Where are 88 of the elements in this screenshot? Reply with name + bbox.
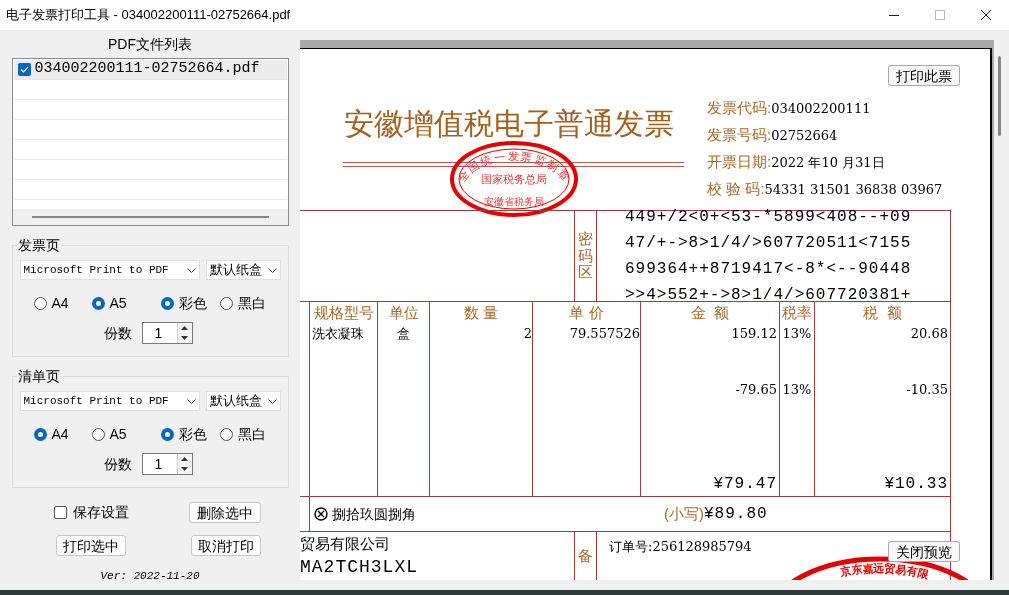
- minimize-icon: [889, 14, 899, 16]
- radio-button[interactable]: 黑白: [219, 293, 266, 314]
- seal-text: 安徽省税务局: [484, 196, 544, 207]
- close-preview-button[interactable]: 关闭预览: [888, 541, 960, 562]
- close-icon: [981, 10, 991, 20]
- maximize-icon: [935, 10, 945, 20]
- field-label: 校 验 码:: [707, 179, 765, 199]
- column-header: 税率: [782, 302, 812, 323]
- copies-field[interactable]: 1: [141, 453, 193, 475]
- table-cell-text: 13%: [782, 381, 812, 399]
- radio-button[interactable]: 彩色: [160, 424, 220, 445]
- tray-dropdown[interactable]: 默认纸盒: [205, 391, 281, 411]
- radio-button[interactable]: A5: [91, 424, 161, 445]
- window-title: 电子发票打印工具 - 034002200111-02752664.pdf: [5, 6, 291, 25]
- down-triangle-icon: [181, 336, 188, 340]
- table-cell-text: 2: [523, 325, 532, 343]
- table-cell-text: 洗衣凝珠: [312, 325, 364, 343]
- printer-dropdown[interactable]: Microsoft Print to PDF: [19, 260, 200, 280]
- table-cell-text: 79.557526: [569, 325, 640, 343]
- cipher-text: 449+/2<0+<53-*5899<408--+09: [625, 207, 913, 228]
- file-list-item[interactable]: 034002200111-02752664.pdf: [13, 60, 287, 80]
- invoice-title: 安徽增值税电子普通发票: [344, 109, 674, 139]
- save-settings-checkbox[interactable]: 保存设置: [53, 502, 129, 523]
- radio-button[interactable]: A5: [91, 293, 161, 314]
- up-triangle-icon: [181, 326, 188, 330]
- field-value: 2022 年10 月31日: [771, 154, 885, 172]
- total-cell-text: ¥10.33: [884, 474, 948, 495]
- chevron-icon: [267, 398, 277, 404]
- print-invoice-button[interactable]: 打印此票: [888, 65, 960, 86]
- total-amount: ¥89.80: [704, 504, 768, 525]
- down-triangle-icon: [181, 467, 188, 471]
- lowercase-label: (小写): [664, 503, 704, 524]
- copies-field[interactable]: 1: [141, 322, 193, 344]
- cipher-label: 密码区: [578, 231, 593, 281]
- column-header: 单 价: [569, 302, 604, 323]
- field-label: 发票代码:: [707, 98, 772, 118]
- field-label: 开票日期:: [707, 152, 772, 172]
- list-title: PDF文件列表: [108, 35, 192, 54]
- spin-up-button[interactable]: [177, 323, 192, 333]
- seller-name: 贸易有限公司: [300, 534, 391, 554]
- seal-text: 京东嘉远贸易有限: [838, 562, 931, 580]
- delete-selected-button[interactable]: 删除选中: [188, 502, 261, 523]
- version-label: Ver: 2022-11-20: [100, 569, 200, 584]
- checkbox[interactable]: [53, 506, 67, 519]
- spin-up-button[interactable]: [177, 454, 192, 464]
- cipher-text: >>4>552+->8>1/4/>607720381+: [625, 285, 913, 305]
- chevron-icon: [186, 267, 196, 273]
- field-value: 02752664: [771, 127, 838, 145]
- spin-down-button[interactable]: [177, 333, 192, 343]
- printer-dropdown[interactable]: Microsoft Print to PDF: [19, 391, 200, 411]
- up-triangle-icon: [181, 457, 188, 461]
- print-selected-button[interactable]: 打印选中: [55, 535, 126, 556]
- table-cell-text: -79.65: [735, 381, 777, 399]
- circle-x-icon: [314, 507, 328, 521]
- column-header: 规格型号: [313, 302, 374, 323]
- checkbox[interactable]: [17, 63, 31, 76]
- table-cell-text: -10.35: [906, 381, 948, 399]
- copies-label: 份数: [103, 323, 132, 343]
- cancel-print-button[interactable]: 取消打印: [190, 535, 261, 556]
- seal-text: 国家税务总局: [481, 173, 547, 185]
- table-cell-text: 159.12: [731, 325, 777, 343]
- radio-button[interactable]: A4: [33, 293, 92, 314]
- column-header: 金 额: [690, 302, 730, 323]
- table-cell-text: 盒: [397, 325, 410, 343]
- seller-tax-id: MA2TCH3LXL: [300, 556, 420, 579]
- tray-dropdown[interactable]: 默认纸盒: [205, 260, 281, 280]
- remark-text: 订单号:256128985794: [609, 539, 752, 554]
- radio-button[interactable]: 黑白: [219, 424, 266, 445]
- spin-down-button[interactable]: [177, 464, 192, 474]
- column-header: 单位: [388, 302, 419, 323]
- table-cell-text: 20.68: [910, 325, 948, 343]
- horizontal-scrollbar[interactable]: [12, 209, 288, 225]
- total-cell-text: ¥79.47: [713, 474, 777, 495]
- field-value: 54331 31501 36838 03967: [764, 181, 943, 199]
- field-value: 034002200111: [771, 100, 871, 118]
- copies-label: 份数: [103, 454, 132, 474]
- amount-in-words: 捌拾玖圆捌角: [332, 504, 416, 524]
- table-cell-text: 13%: [782, 325, 812, 343]
- radio-button[interactable]: A4: [33, 424, 92, 445]
- column-header: 税 额: [863, 302, 902, 323]
- cipher-text: 47/+->8>1/4/>607720511<7155: [625, 233, 913, 254]
- field-label: 发票号码:: [707, 125, 772, 145]
- column-header: 数 量: [463, 302, 499, 323]
- radio-button[interactable]: 彩色: [160, 293, 220, 314]
- chevron-icon: [186, 398, 196, 404]
- cipher-text: 699364++8719417<-8*<--90448: [625, 259, 913, 280]
- remarks-label: 备: [578, 545, 593, 566]
- chevron-icon: [267, 267, 277, 273]
